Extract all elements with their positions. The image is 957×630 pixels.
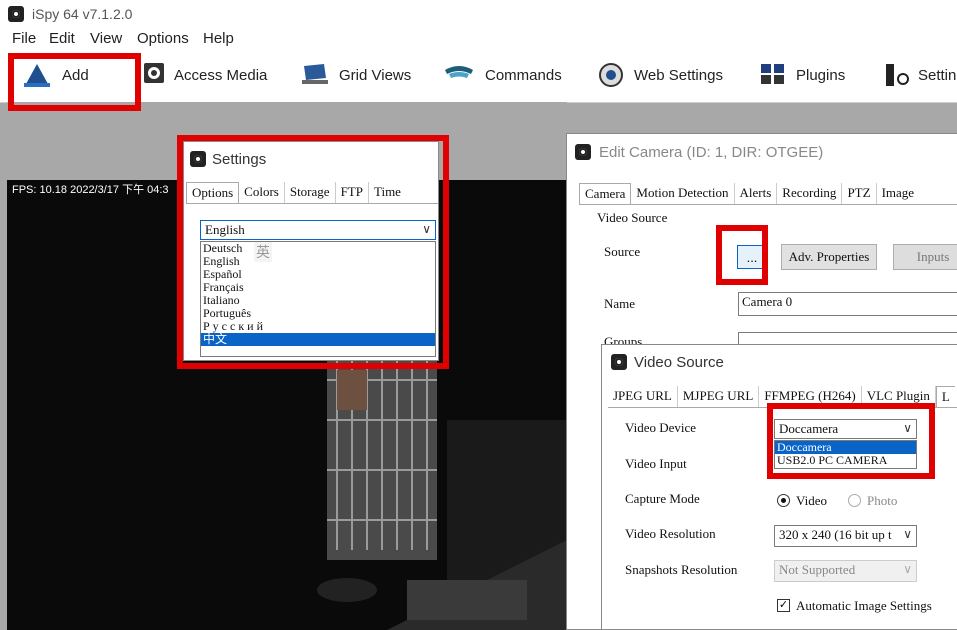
toolbar: Add Access Media Grid Views Commands Web… xyxy=(0,50,957,103)
settings-button[interactable]: Setting xyxy=(884,50,957,100)
video-source-title: Video Source xyxy=(634,354,724,371)
video-device-selected: Doccamera xyxy=(779,421,839,436)
snapshots-resolution-label: Snapshots Resolution xyxy=(625,562,738,577)
web-settings-icon xyxy=(598,62,624,88)
web-settings-label: Web Settings xyxy=(634,66,723,84)
grid-views-label: Grid Views xyxy=(339,66,412,84)
settings-dialog: Settings Options Colors Storage FTP Time… xyxy=(183,141,439,361)
source-label: Source xyxy=(604,244,641,259)
add-button[interactable]: Add xyxy=(22,50,89,100)
video-source-tabs: JPEG URL MJPEG URL FFMPEG (H264) VLC Plu… xyxy=(608,386,957,408)
video-device-list: Doccamera USB2.0 PC CAMERA xyxy=(774,440,917,469)
video-resolution-label: Video Resolution xyxy=(625,526,716,541)
grid-views-button[interactable]: Grid Views xyxy=(300,50,411,100)
title-bar: iSpy 64 v7.1.2.0 xyxy=(0,0,957,28)
settings-tabs: Options Colors Storage FTP Time xyxy=(186,182,438,204)
tab-local-device[interactable]: L xyxy=(935,386,955,407)
tab-motion-detection[interactable]: Motion Detection xyxy=(631,183,735,204)
auto-image-settings-checkbox[interactable]: ✓ xyxy=(777,599,790,612)
video-resolution-select[interactable]: 320 x 240 (16 bit up t ∨ xyxy=(774,525,917,547)
language-option-selected[interactable]: 中文 xyxy=(201,333,435,346)
video-source-titlebar: Video Source xyxy=(602,345,957,375)
fps-overlay: FPS: 10.18 2022/3/17 下午 04:3 xyxy=(12,184,169,196)
settings-eye-icon xyxy=(190,151,206,167)
snapshots-resolution-value: Not Supported xyxy=(779,562,856,577)
video-source-eye-icon xyxy=(611,354,627,370)
name-label: Name xyxy=(604,296,636,311)
chevron-down-icon: ∨ xyxy=(903,421,912,435)
edit-camera-eye-icon xyxy=(575,144,591,160)
browse-button[interactable]: ... xyxy=(737,245,767,269)
edit-camera-title: Edit Camera (ID: 1, DIR: OTGEE) xyxy=(599,144,824,161)
plugins-button[interactable]: Plugins xyxy=(760,50,845,100)
access-media-button[interactable]: Access Media xyxy=(143,50,267,100)
inputs-button[interactable]: Inputs xyxy=(893,244,957,270)
video-device-label: Video Device xyxy=(625,420,697,435)
auto-image-settings-label: Automatic Image Settings xyxy=(796,598,932,613)
add-label: Add xyxy=(62,66,89,84)
snapshots-resolution-select[interactable]: Not Supported ∨ xyxy=(774,560,917,582)
tab-ptz[interactable]: PTZ xyxy=(842,183,877,204)
video-source-group-label: Video Source xyxy=(597,210,668,225)
menu-edit[interactable]: Edit xyxy=(49,30,75,47)
language-select[interactable]: English ∨ xyxy=(200,220,436,240)
language-option[interactable]: Р у с с к и й xyxy=(201,320,435,333)
capture-photo-label: Photo xyxy=(867,493,898,508)
chevron-down-icon: ∨ xyxy=(422,222,431,236)
language-selected: English xyxy=(205,222,245,237)
capture-mode-label: Capture Mode xyxy=(625,491,700,506)
tab-vlc-plugin[interactable]: VLC Plugin xyxy=(862,386,936,407)
tab-ffmpeg[interactable]: FFMPEG (H264) xyxy=(759,386,862,407)
tab-recording[interactable]: Recording xyxy=(777,183,843,204)
tab-options[interactable]: Options xyxy=(186,182,240,203)
commands-icon xyxy=(443,62,475,88)
commands-button[interactable]: Commands xyxy=(443,50,562,100)
language-list: Deutsch English Español Français Italian… xyxy=(200,241,436,357)
camera-name-field[interactable]: Camera 0 xyxy=(738,292,957,316)
tab-image[interactable]: Image xyxy=(877,183,919,204)
menu-help[interactable]: Help xyxy=(203,30,234,47)
adv-properties-button[interactable]: Adv. Properties xyxy=(781,244,877,270)
video-input-label: Video Input xyxy=(625,456,687,471)
settings-title: Settings xyxy=(212,151,267,168)
menu-bar: File Edit View Options Help xyxy=(0,28,957,50)
settings-titlebar: Settings xyxy=(184,142,438,172)
video-resolution-value: 320 x 240 (16 bit up t xyxy=(779,527,892,542)
app-eye-icon xyxy=(8,6,24,22)
capture-video-radio[interactable] xyxy=(777,494,790,507)
tab-colors[interactable]: Colors xyxy=(239,182,285,203)
tab-camera[interactable]: Camera xyxy=(579,183,632,204)
plugins-label: Plugins xyxy=(796,66,846,84)
tab-storage[interactable]: Storage xyxy=(285,182,336,203)
tab-jpeg-url[interactable]: JPEG URL xyxy=(608,386,678,407)
video-device-select[interactable]: Doccamera ∨ xyxy=(774,419,917,439)
tab-time[interactable]: Time xyxy=(369,182,406,203)
chevron-down-icon: ∨ xyxy=(903,562,912,576)
web-settings-button[interactable]: Web Settings xyxy=(598,50,723,100)
plugins-icon xyxy=(760,62,786,88)
device-option[interactable]: USB2.0 PC CAMERA xyxy=(775,454,916,467)
menu-options[interactable]: Options xyxy=(137,30,189,47)
add-camera-icon xyxy=(22,62,52,88)
ime-indicator: 英 xyxy=(254,242,272,262)
menu-file[interactable]: File xyxy=(12,30,36,47)
settings-label: Setting xyxy=(918,66,957,84)
media-icon xyxy=(143,62,165,88)
tab-alerts[interactable]: Alerts xyxy=(735,183,778,204)
menu-view[interactable]: View xyxy=(90,30,122,47)
access-media-label: Access Media xyxy=(174,66,268,84)
app-title: iSpy 64 v7.1.2.0 xyxy=(32,6,133,22)
capture-video-label: Video xyxy=(796,493,827,508)
settings-icon xyxy=(884,62,910,88)
video-source-window: Video Source JPEG URL MJPEG URL FFMPEG (… xyxy=(601,344,957,630)
edit-camera-titlebar: Edit Camera (ID: 1, DIR: OTGEE) xyxy=(567,134,957,164)
tab-ftp[interactable]: FTP xyxy=(336,182,369,203)
commands-label: Commands xyxy=(485,66,562,84)
edit-camera-tabs: Camera Motion Detection Alerts Recording… xyxy=(579,183,957,205)
tab-mjpeg-url[interactable]: MJPEG URL xyxy=(678,386,760,407)
capture-photo-radio[interactable] xyxy=(848,494,861,507)
grid-views-icon xyxy=(300,62,330,88)
chevron-down-icon: ∨ xyxy=(903,527,912,541)
